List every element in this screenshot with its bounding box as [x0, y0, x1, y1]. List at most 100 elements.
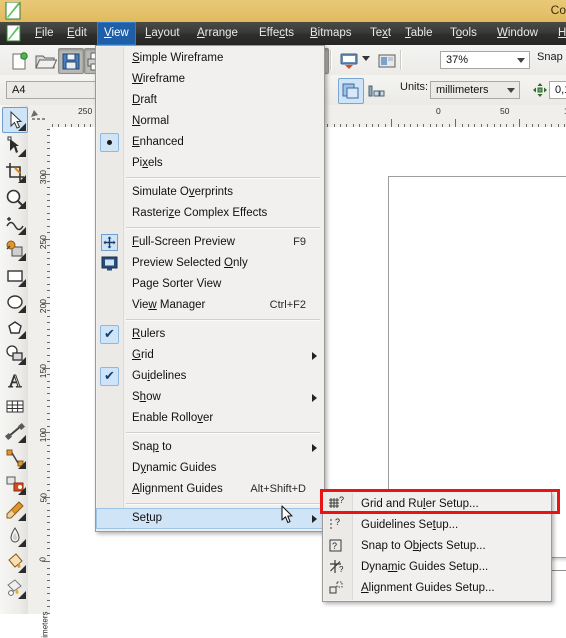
application-launcher-button[interactable] [374, 48, 400, 74]
full-screen-preview-icon [101, 234, 118, 251]
nudge-value-input[interactable]: 0,1 [549, 81, 566, 99]
connector-tool[interactable] [2, 445, 28, 471]
dynamic-guides-setup-icon: ? [330, 560, 344, 574]
submenu-item-alignment-guides-setup[interactable]: Alignment Guides Setup... [323, 578, 551, 599]
menu-view[interactable]: View [97, 22, 136, 45]
menu-layout[interactable]: Layout [138, 22, 187, 45]
vertical-ruler[interactable]: 300 250 200 150 100 50 0 imeters [28, 127, 51, 638]
page-layout-icon [342, 83, 359, 99]
snap-label: Snap [537, 51, 563, 63]
ellipse-tool[interactable] [2, 289, 28, 315]
menu-item-rulers[interactable]: ✔ Rulers [96, 324, 324, 345]
page-border-button[interactable] [364, 78, 390, 104]
vruler-unit-label: imeters [40, 611, 50, 638]
crop-tool[interactable] [2, 159, 28, 185]
ruler-origin-icon [31, 110, 45, 120]
vruler-label-100: 100 [38, 428, 48, 443]
vruler-label-250: 250 [38, 235, 48, 250]
menu-item-draft[interactable]: Draft [96, 90, 324, 111]
open-document-button[interactable] [32, 48, 58, 74]
interactive-fill-tool[interactable] [2, 575, 28, 601]
submenu-item-guidelines-setup[interactable]: ? Guidelines Setup... [323, 515, 551, 536]
color-eyedropper-tool[interactable] [2, 497, 28, 523]
alignment-guides-setup-icon [329, 581, 343, 594]
menu-separator-2 [126, 227, 320, 229]
submenu-item-dynamic-guides-setup[interactable]: ? Dynamic Guides Setup... [323, 557, 551, 578]
rectangle-tool[interactable] [2, 263, 28, 289]
menu-item-alignment-guides[interactable]: Alignment Guides Alt+Shift+D [96, 479, 324, 500]
polygon-tool[interactable] [2, 315, 28, 341]
hruler-label-250: 250 [78, 106, 93, 116]
menu-item-enhanced[interactable]: Enhanced [96, 132, 324, 153]
menu-effects[interactable]: Effects [252, 22, 301, 45]
zoom-tool[interactable] [2, 185, 28, 211]
blend-tool[interactable] [2, 471, 28, 497]
pick-tool[interactable] [2, 107, 28, 133]
menu-item-preview-selected-only[interactable]: Preview Selected Only [96, 253, 324, 274]
chevron-down-icon [517, 58, 525, 63]
checkmark-icon: ✔ [100, 325, 119, 344]
menu-item-enable-rollover[interactable]: Enable Rollover [96, 408, 324, 429]
freehand-tool[interactable] [2, 211, 28, 237]
zoom-level-combo[interactable]: 37% [440, 51, 530, 69]
menu-edit[interactable]: Edit [60, 22, 94, 45]
submenu-item-grid-and-ruler-setup[interactable]: ? Grid and Ruler Setup... [323, 494, 551, 515]
menu-item-dynamic-guides[interactable]: Dynamic Guides [96, 458, 324, 479]
dimension-tool[interactable] [2, 419, 28, 445]
svg-text:?: ? [332, 541, 337, 551]
fill-tool[interactable] [2, 549, 28, 575]
basic-shapes-tool[interactable] [2, 341, 28, 367]
shape-tool[interactable] [2, 133, 28, 159]
outline-tool[interactable] [2, 523, 28, 549]
menu-accel-alignment-guides: Alt+Shift+D [250, 483, 306, 495]
guidelines-setup-icon: ? [330, 517, 340, 530]
menu-file[interactable]: File [28, 22, 61, 45]
menu-item-snap-to[interactable]: Snap to [96, 437, 324, 458]
table-tool[interactable] [2, 393, 28, 419]
submenu-arrow-icon [312, 444, 317, 452]
page-layout-button[interactable] [338, 78, 364, 104]
menu-separator-4 [126, 432, 320, 434]
menu-item-grid[interactable]: Grid [96, 345, 324, 366]
svg-text:A: A [9, 371, 22, 391]
ruler-origin-corner[interactable] [28, 105, 51, 128]
menu-item-guidelines[interactable]: ✔ Guidelines [96, 366, 324, 387]
units-combo[interactable]: millimeters [430, 81, 520, 99]
setup-submenu: ? Grid and Ruler Setup... ? Guidelines S… [322, 491, 552, 602]
menu-arrange[interactable]: Arrange [190, 22, 245, 45]
publish-pdf-button[interactable] [336, 48, 362, 74]
nudge-value: 0,1 [555, 84, 566, 96]
save-document-button[interactable] [58, 48, 84, 74]
vruler-label-300: 300 [38, 170, 48, 185]
menu-item-pixels[interactable]: Pixels [96, 153, 324, 174]
menu-item-page-sorter-view[interactable]: Page Sorter View [96, 274, 324, 295]
hruler-label-50: 50 [500, 106, 510, 116]
title-bar: Co [0, 0, 566, 23]
menu-help[interactable]: H [551, 22, 566, 45]
menu-table[interactable]: Table [398, 22, 440, 45]
save-disk-icon [62, 53, 80, 70]
units-label: Units: [400, 81, 429, 93]
toolbar-separator-2 [330, 50, 332, 70]
menu-text[interactable]: Text [363, 22, 398, 45]
menu-window[interactable]: Window [490, 22, 545, 45]
menu-item-normal[interactable]: Normal [96, 111, 324, 132]
menu-tools[interactable]: Tools [443, 22, 484, 45]
text-tool[interactable]: A [2, 367, 28, 393]
chevron-down-icon [507, 88, 515, 93]
toolbox: A [0, 105, 29, 614]
publish-to-pdf-icon [340, 53, 358, 69]
mouse-cursor-icon [281, 505, 293, 524]
menu-item-simple-wireframe[interactable]: Simple Wireframe [96, 48, 324, 69]
menu-item-show[interactable]: Show [96, 387, 324, 408]
menu-bitmaps[interactable]: Bitmaps [303, 22, 359, 45]
menu-item-simulate-overprints[interactable]: Simulate Overprints [96, 182, 324, 203]
menu-item-wireframe[interactable]: Wireframe [96, 69, 324, 90]
menu-item-rasterize-complex-effects[interactable]: Rasterize Complex Effects [96, 203, 324, 224]
submenu-item-snap-to-objects-setup[interactable]: ? Snap to Objects Setup... [323, 536, 551, 557]
menu-item-full-screen-preview[interactable]: Full-Screen Preview F9 [96, 232, 324, 253]
publish-dropdown-arrow[interactable] [362, 56, 370, 61]
smart-fill-tool[interactable] [2, 237, 28, 263]
new-document-button[interactable] [6, 48, 32, 74]
menu-item-view-manager[interactable]: View Manager Ctrl+F2 [96, 295, 324, 316]
